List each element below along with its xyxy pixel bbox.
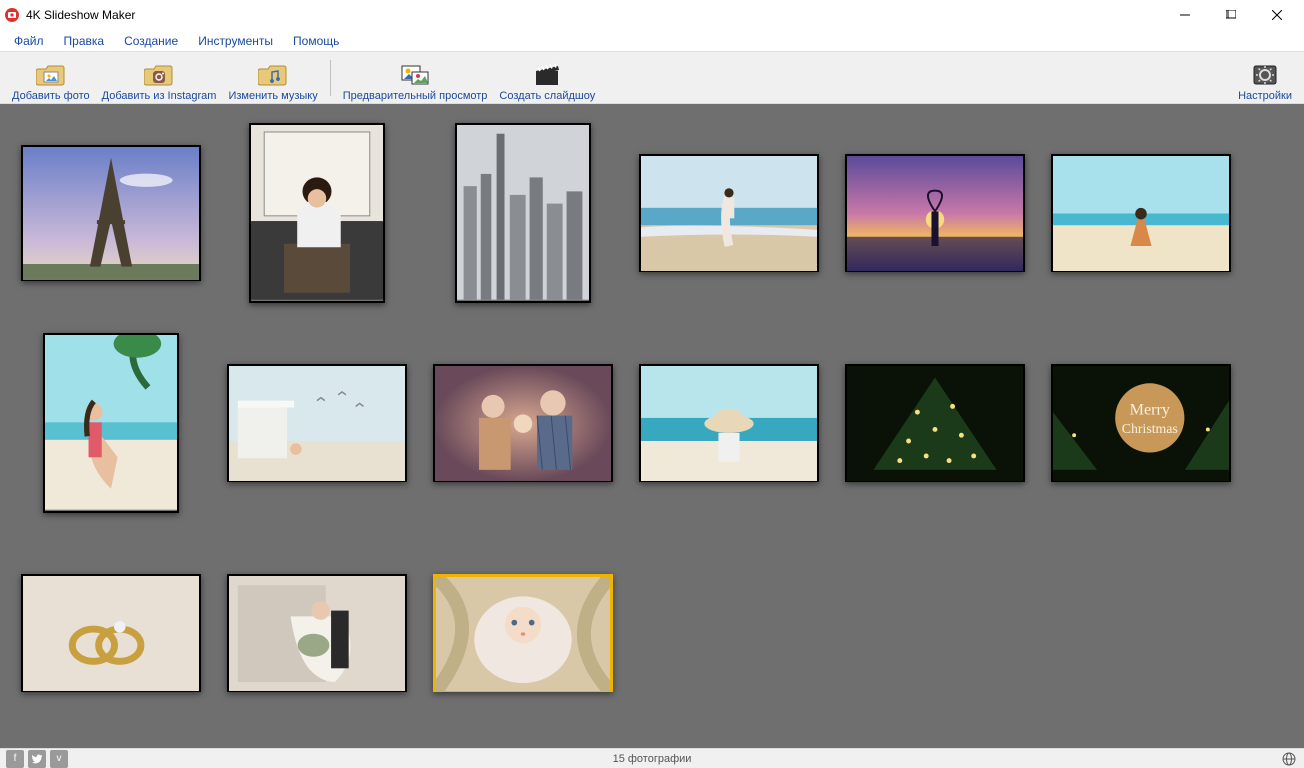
preview-button[interactable]: Предварительный просмотр bbox=[337, 54, 494, 102]
toolbar: Добавить фото Добавить из Instagram Изме… bbox=[0, 52, 1304, 104]
close-button[interactable] bbox=[1254, 0, 1300, 30]
menu-edit[interactable]: Правка bbox=[54, 32, 115, 50]
minimize-button[interactable] bbox=[1162, 0, 1208, 30]
twitter-icon[interactable] bbox=[28, 750, 46, 768]
toolbar-separator bbox=[330, 60, 331, 96]
settings-button[interactable]: Настройки bbox=[1232, 54, 1298, 102]
thumbnail[interactable] bbox=[845, 154, 1025, 272]
thumbnail[interactable] bbox=[249, 123, 385, 303]
thumbnail[interactable] bbox=[433, 364, 613, 482]
svg-text:Christmas: Christmas bbox=[1122, 421, 1178, 436]
thumbnail[interactable] bbox=[1051, 154, 1231, 272]
thumbnail[interactable] bbox=[639, 154, 819, 272]
change-music-label: Изменить музыку bbox=[228, 90, 317, 102]
menu-file[interactable]: Файл bbox=[4, 32, 54, 50]
titlebar: 4K Slideshow Maker bbox=[0, 0, 1304, 30]
thumbnail[interactable]: Merry Christmas bbox=[1051, 364, 1231, 482]
maximize-button[interactable] bbox=[1208, 0, 1254, 30]
menu-help[interactable]: Помощь bbox=[283, 32, 349, 50]
thumbnail[interactable] bbox=[227, 574, 407, 692]
thumbnail[interactable] bbox=[455, 123, 591, 303]
folder-music-icon bbox=[258, 62, 288, 88]
app-icon bbox=[4, 7, 20, 23]
settings-label: Настройки bbox=[1238, 90, 1292, 102]
add-photo-label: Добавить фото bbox=[12, 90, 90, 102]
change-music-button[interactable]: Изменить музыку bbox=[222, 54, 323, 102]
make-slideshow-label: Создать слайдшоу bbox=[499, 90, 595, 102]
vimeo-icon[interactable]: v bbox=[50, 750, 68, 768]
menubar: Файл Правка Создание Инструменты Помощь bbox=[0, 30, 1304, 52]
folder-instagram-icon bbox=[144, 62, 174, 88]
preview-label: Предварительный просмотр bbox=[343, 90, 488, 102]
thumbnail[interactable] bbox=[433, 574, 613, 692]
preview-icon bbox=[400, 62, 430, 88]
thumbnail-grid: Merry Christmas bbox=[0, 104, 1304, 748]
statusbar: f v 15 фотографии bbox=[0, 748, 1304, 768]
make-slideshow-button[interactable]: Создать слайдшоу bbox=[493, 54, 601, 102]
status-count: 15 фотографии bbox=[0, 753, 1304, 765]
clapper-icon bbox=[532, 62, 562, 88]
add-instagram-label: Добавить из Instagram bbox=[102, 90, 217, 102]
add-photo-button[interactable]: Добавить фото bbox=[6, 54, 96, 102]
add-instagram-button[interactable]: Добавить из Instagram bbox=[96, 54, 223, 102]
thumbnail[interactable] bbox=[21, 574, 201, 692]
thumbnail[interactable] bbox=[639, 364, 819, 482]
menu-create[interactable]: Создание bbox=[114, 32, 188, 50]
app-title: 4K Slideshow Maker bbox=[26, 8, 135, 22]
settings-icon bbox=[1250, 62, 1280, 88]
thumbnail[interactable] bbox=[21, 145, 201, 281]
globe-icon[interactable] bbox=[1280, 750, 1298, 768]
facebook-icon[interactable]: f bbox=[6, 750, 24, 768]
folder-photo-icon bbox=[36, 62, 66, 88]
thumbnail[interactable] bbox=[227, 364, 407, 482]
thumbnail[interactable] bbox=[845, 364, 1025, 482]
menu-tools[interactable]: Инструменты bbox=[188, 32, 283, 50]
thumbnail[interactable] bbox=[43, 333, 179, 513]
svg-text:Merry: Merry bbox=[1130, 401, 1170, 418]
